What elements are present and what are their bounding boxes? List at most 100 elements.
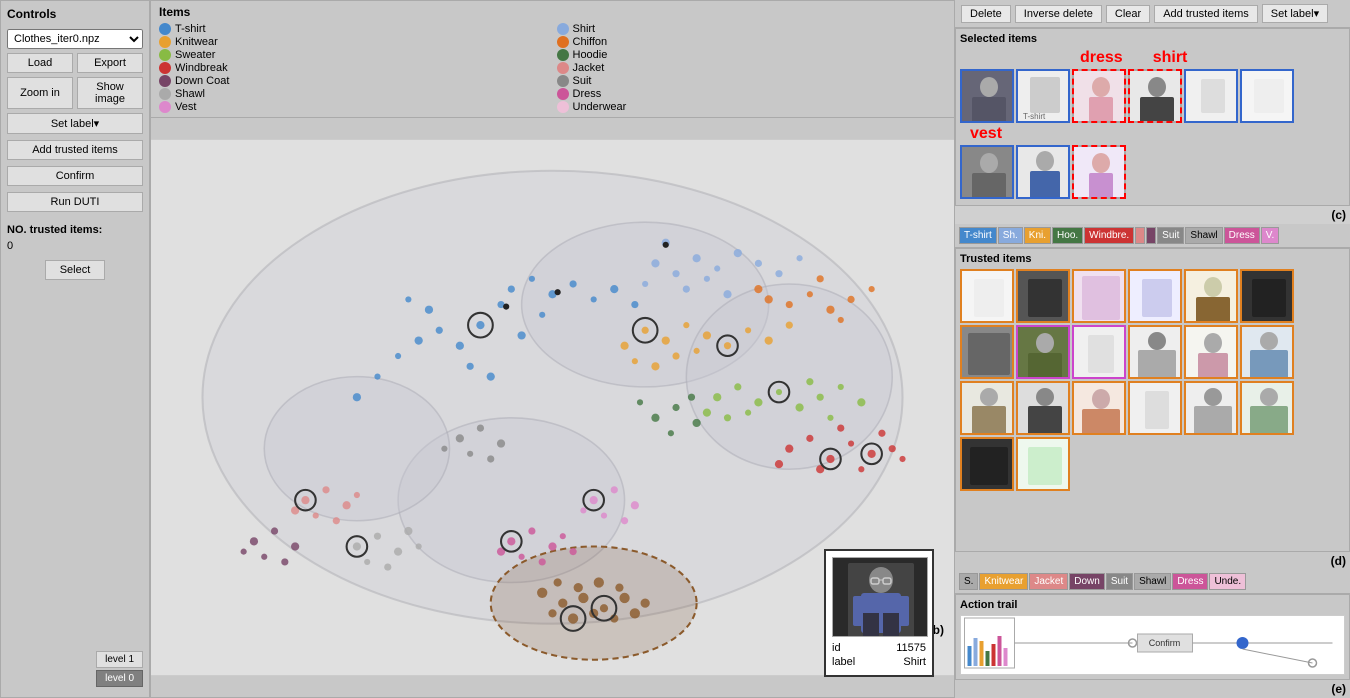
inverse-delete-button[interactable]: Inverse delete: [1015, 5, 1102, 23]
file-select[interactable]: Clothes_iter0.npz: [7, 29, 143, 49]
cat-tab-6[interactable]: [1146, 227, 1156, 244]
panel-d-label: (d): [955, 552, 1350, 570]
add-trusted-button[interactable]: Add trusted items: [7, 140, 143, 160]
trusted-item-9[interactable]: [1072, 325, 1126, 379]
set-label-dropdown-button[interactable]: Set label▾: [1262, 4, 1328, 23]
level1-indicator: level 1: [96, 651, 143, 668]
legend-dot: [557, 36, 569, 48]
trusted-item-19[interactable]: [960, 437, 1014, 491]
sel-item-1[interactable]: [960, 69, 1014, 123]
trusted-item-6[interactable]: [1240, 269, 1294, 323]
trusted-item-12[interactable]: [1240, 325, 1294, 379]
cat-tab2-2[interactable]: Jacket: [1029, 573, 1068, 590]
legend-label: Shirt: [573, 23, 596, 35]
trusted-item-18[interactable]: [1240, 381, 1294, 435]
svg-text:Confirm: Confirm: [1149, 638, 1181, 648]
svg-text:T-shirt: T-shirt: [1023, 112, 1046, 121]
trusted-item-8[interactable]: [1016, 325, 1070, 379]
cat-tab-2[interactable]: Kni.: [1024, 227, 1051, 244]
trusted-item-10[interactable]: [1128, 325, 1182, 379]
level0-indicator: level 0: [96, 670, 143, 687]
items-panel: Items T-shirtShirtKnitwearChiffonSweater…: [151, 1, 954, 118]
set-label-button[interactable]: Set label▾: [7, 113, 143, 134]
sel-item-3[interactable]: [1072, 69, 1126, 123]
sel-item-2[interactable]: T-shirt: [1016, 69, 1070, 123]
legend-item-down-coat: Down Coat: [159, 75, 549, 87]
cat-tab-5[interactable]: [1135, 227, 1145, 244]
legend: T-shirtShirtKnitwearChiffonSweaterHoodie…: [159, 23, 946, 113]
legend-label: Shawl: [175, 88, 205, 100]
trusted-item-17[interactable]: [1184, 381, 1238, 435]
legend-dot: [557, 62, 569, 74]
cat-tab2-0[interactable]: S.: [959, 573, 978, 590]
cat-tab-10[interactable]: V.: [1261, 227, 1280, 244]
legend-label: Windbreak: [175, 62, 228, 74]
sel-item-4[interactable]: [1128, 69, 1182, 123]
trusted-item-2[interactable]: [1016, 269, 1070, 323]
trusted-item-11[interactable]: [1184, 325, 1238, 379]
top-toolbar: Delete Inverse delete Clear Add trusted …: [955, 0, 1350, 28]
run-duti-button[interactable]: Run DUTI: [7, 192, 143, 212]
legend-label: T-shirt: [175, 23, 206, 35]
cat-tab2-5[interactable]: Shawl: [1134, 573, 1171, 590]
legend-dot: [159, 75, 171, 87]
trusted-grid: [960, 269, 1345, 491]
delete-button[interactable]: Delete: [961, 5, 1011, 23]
label-label: label: [832, 656, 855, 668]
cat-tab2-7[interactable]: Unde.: [1209, 573, 1246, 590]
sel-item-8[interactable]: [1016, 145, 1070, 199]
trusted-item-20[interactable]: [1016, 437, 1070, 491]
trusted-item-3[interactable]: [1072, 269, 1126, 323]
scatter-area[interactable]: (b) i: [151, 118, 954, 697]
export-button[interactable]: Export: [77, 53, 143, 73]
show-image-button[interactable]: Show image: [77, 77, 143, 109]
sel-item-9[interactable]: [1072, 145, 1126, 199]
vest-label: vest: [970, 125, 1002, 143]
cat-tab-0[interactable]: T-shirt: [959, 227, 997, 244]
load-button[interactable]: Load: [7, 53, 73, 73]
trusted-item-16[interactable]: [1128, 381, 1182, 435]
cat-tab-7[interactable]: Suit: [1157, 227, 1184, 244]
cat-tab-4[interactable]: Windbre.: [1084, 227, 1134, 244]
sel-item-6[interactable]: [1240, 69, 1294, 123]
cat-tab-1[interactable]: Sh.: [998, 227, 1023, 244]
items-title: Items: [159, 5, 946, 19]
trusted-item-5[interactable]: [1184, 269, 1238, 323]
category-tabs: T-shirtSh.Kni.Hoo.Windbre. SuitShawlDress…: [955, 224, 1350, 248]
cat-tab2-1[interactable]: Knitwear: [979, 573, 1028, 590]
cat-tab-3[interactable]: Hoo.: [1052, 227, 1083, 244]
no-trusted-label: NO. trusted items:: [7, 224, 143, 236]
legend-item-suit: Suit: [557, 75, 947, 87]
trusted-item-15[interactable]: [1072, 381, 1126, 435]
legend-label: Hoodie: [573, 49, 608, 61]
sel-item-5[interactable]: [1184, 69, 1238, 123]
trusted-item-7[interactable]: [960, 325, 1014, 379]
legend-item-hoodie: Hoodie: [557, 49, 947, 61]
cat-tab2-6[interactable]: Dress: [1172, 573, 1208, 590]
legend-item-vest: Vest: [159, 101, 549, 113]
legend-label: Down Coat: [175, 75, 229, 87]
controls-panel: Controls Clothes_iter0.npz Load Export Z…: [0, 0, 150, 698]
zoom-in-button[interactable]: Zoom in: [7, 77, 73, 109]
category-tabs-2: S.KnitwearJacketDownSuitShawlDressUnde.: [955, 570, 1350, 594]
add-trusted-items-button[interactable]: Add trusted items: [1154, 5, 1258, 23]
trusted-item-14[interactable]: [1016, 381, 1070, 435]
confirm-button[interactable]: Confirm: [7, 166, 143, 186]
legend-item-jacket: Jacket: [557, 62, 947, 74]
controls-title: Controls: [7, 7, 143, 21]
trusted-item-13[interactable]: [960, 381, 1014, 435]
cat-tab2-4[interactable]: Suit: [1106, 573, 1133, 590]
cat-tab2-3[interactable]: Down: [1069, 573, 1105, 590]
cat-tab-8[interactable]: Shawl: [1185, 227, 1222, 244]
clear-button[interactable]: Clear: [1106, 5, 1150, 23]
trusted-item-4[interactable]: [1128, 269, 1182, 323]
sel-item-7[interactable]: [960, 145, 1014, 199]
legend-label: Jacket: [573, 62, 605, 74]
legend-label: Sweater: [175, 49, 215, 61]
trusted-item-1[interactable]: [960, 269, 1014, 323]
legend-label: Vest: [175, 101, 196, 113]
select-button[interactable]: Select: [45, 260, 106, 280]
right-panel: Delete Inverse delete Clear Add trusted …: [955, 0, 1350, 698]
legend-dot: [557, 23, 569, 35]
cat-tab-9[interactable]: Dress: [1224, 227, 1260, 244]
